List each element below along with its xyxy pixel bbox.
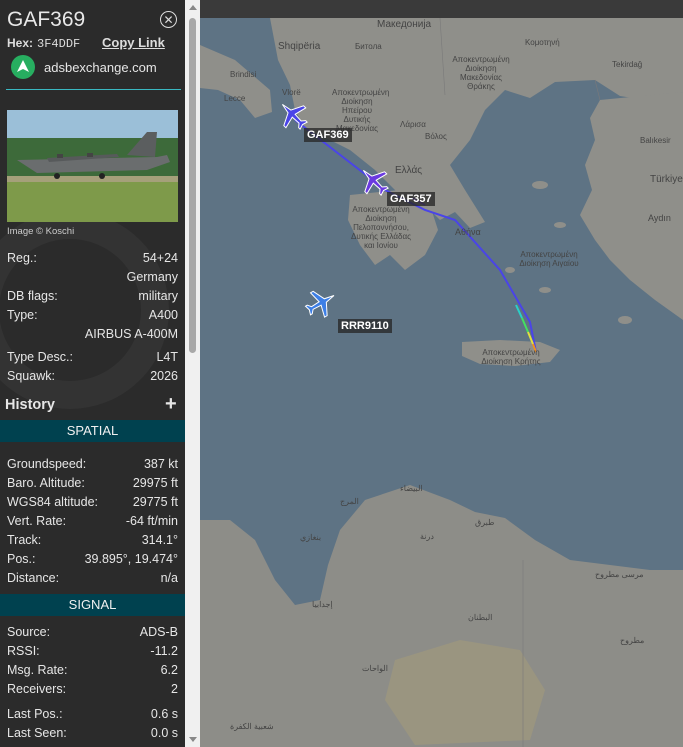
- map-place-label: Αποκεντρωμένη Διοίκηση Μακεδονίας Θράκης: [452, 55, 510, 91]
- map-place-label: Македонија: [377, 19, 432, 30]
- map-place-label: Vlorë: [282, 88, 301, 97]
- map-place-label: البطنان: [468, 613, 493, 622]
- map-place-label: Битола: [355, 42, 382, 51]
- photo-credit: Image © Koschi: [7, 226, 75, 237]
- map-place-label: بنغازي: [300, 533, 322, 542]
- map-place-label: Λάρισα: [400, 120, 426, 129]
- map-place-label: المرج: [340, 497, 359, 506]
- aircraft-info-panel: GAF369 ✕ Hex: 3F4DDF Copy Link adsbexchan…: [0, 0, 185, 747]
- spatial-key: WGS84 altitude:: [7, 495, 99, 509]
- plus-icon[interactable]: +: [165, 393, 177, 416]
- map-place-label: Türkiye: [650, 174, 683, 185]
- map-place-label: Βόλος: [425, 132, 447, 141]
- signal-value: -11.2: [150, 644, 178, 658]
- history-toggle[interactable]: History: [5, 397, 55, 413]
- plane-callsign-label[interactable]: RRR9110: [338, 319, 392, 333]
- spatial-key: Groundspeed:: [7, 457, 87, 471]
- detail-value: military: [138, 289, 178, 303]
- copy-link-button[interactable]: Copy Link: [102, 35, 165, 50]
- map-place-label: Shqipëria: [278, 41, 321, 52]
- airplane-icon[interactable]: [357, 164, 391, 198]
- sidebar-scrollbar[interactable]: [185, 0, 200, 747]
- adsbexchange-logo-icon[interactable]: [11, 55, 35, 79]
- spatial-value: 29775 ft: [132, 495, 178, 509]
- signal-key: RSSI:: [7, 644, 40, 658]
- signal-value: ADS-B: [139, 625, 178, 639]
- spatial-key: Distance:: [7, 571, 60, 585]
- map-place-label: Αποκεντρωμένη Διοίκηση Αιγαίου: [519, 250, 579, 268]
- signal-key: Source:: [7, 625, 51, 639]
- map-place-label: Brindisi: [230, 70, 257, 79]
- signal-key: Last Seen:: [7, 726, 67, 740]
- scrollbar-thumb[interactable]: [189, 18, 196, 353]
- hex-value: 3F4DDF: [37, 37, 81, 51]
- spatial-section-header[interactable]: SPATIAL: [0, 420, 185, 442]
- signal-value: 0.6 s: [150, 707, 178, 721]
- map-place-label: Ελλάς: [395, 165, 423, 176]
- map-place-label: Balıkesir: [640, 136, 671, 145]
- airplane-icon[interactable]: [304, 286, 338, 320]
- signal-key: Receivers:: [7, 682, 67, 696]
- map-place-label: Tekirdağ: [612, 60, 643, 69]
- spatial-value: n/a: [160, 571, 178, 585]
- map-place-label: Αθήνα: [455, 227, 481, 237]
- plane-callsign-label[interactable]: GAF369: [304, 128, 352, 142]
- detail-key: Reg.:: [7, 251, 37, 265]
- adsbexchange-link[interactable]: adsbexchange.com: [44, 60, 157, 75]
- detail-value: L4T: [156, 350, 178, 364]
- map-place-label: طبرق: [475, 518, 495, 527]
- map-place-label: إجدابيا: [312, 600, 333, 609]
- map-canvas[interactable]: [200, 0, 683, 747]
- map-place-label: درنة: [420, 532, 434, 541]
- map-place-label: Lecce: [224, 94, 246, 103]
- detail-key: Type Desc.:: [7, 350, 73, 364]
- detail-value: Germany: [126, 270, 178, 284]
- signal-value: 2: [171, 682, 178, 696]
- signal-value: 0.0 s: [150, 726, 178, 740]
- map-place-label: Αποκεντρωμένη Διοίκηση Ηπείρου Δυτικής Μ…: [332, 88, 390, 133]
- detail-key: Squawk:: [7, 369, 55, 383]
- spatial-key: Pos.:: [7, 552, 36, 566]
- detail-value: 54+24: [142, 251, 178, 265]
- map-place-label: شعبية الكفرة: [230, 722, 274, 731]
- map-place-label: Aydın: [648, 213, 671, 223]
- map-place-label: Κομοτηνή: [525, 38, 560, 47]
- map-place-label: الواحات: [362, 664, 388, 673]
- plane-callsign-label[interactable]: GAF357: [387, 192, 435, 206]
- spatial-value: 314.1°: [141, 533, 178, 547]
- spatial-key: Baro. Altitude:: [7, 476, 85, 490]
- close-icon[interactable]: ✕: [160, 11, 177, 28]
- signal-key: Last Pos.:: [7, 707, 63, 721]
- hex-label: Hex:: [7, 36, 34, 50]
- detail-value: 2026: [150, 369, 178, 383]
- scroll-down-arrow-icon[interactable]: [189, 737, 197, 742]
- detail-value: A400: [148, 308, 178, 322]
- aircraft-callsign: GAF369: [7, 8, 86, 31]
- map-place-label: Αποκεντρωμένη Διοίκηση Κρήτης: [481, 348, 541, 366]
- signal-key: Msg. Rate:: [7, 663, 68, 677]
- signal-section-header[interactable]: SIGNAL: [0, 594, 185, 616]
- signal-value: 6.2: [160, 663, 178, 677]
- airplane-icon[interactable]: [276, 98, 310, 132]
- spatial-value: -64 ft/min: [125, 514, 178, 528]
- scroll-up-arrow-icon[interactable]: [189, 5, 197, 10]
- map-place-label: مرسى مطروح: [595, 570, 644, 579]
- map-view[interactable]: Македонија Shqipëria Битола Κομοτηνή Tek…: [200, 0, 683, 747]
- spatial-value: 29975 ft: [132, 476, 178, 490]
- spatial-key: Track:: [7, 533, 42, 547]
- detail-key: DB flags:: [7, 289, 58, 303]
- spatial-value: 39.895°, 19.474°: [84, 552, 178, 566]
- detail-value: AIRBUS A-400M: [84, 327, 178, 341]
- detail-key: Type:: [7, 308, 38, 322]
- divider: [6, 89, 181, 90]
- spatial-key: Vert. Rate:: [7, 514, 67, 528]
- map-place-label: Αποκεντρωμένη Διοίκηση Πελοποννήσου, Δυτ…: [351, 205, 411, 250]
- map-place-label: مطروح: [620, 636, 645, 645]
- map-place-label: البيضاء: [400, 484, 423, 493]
- aircraft-photo[interactable]: [7, 110, 178, 222]
- hex-row: Hex: 3F4DDF: [7, 36, 80, 51]
- spatial-value: 387 kt: [143, 457, 178, 471]
